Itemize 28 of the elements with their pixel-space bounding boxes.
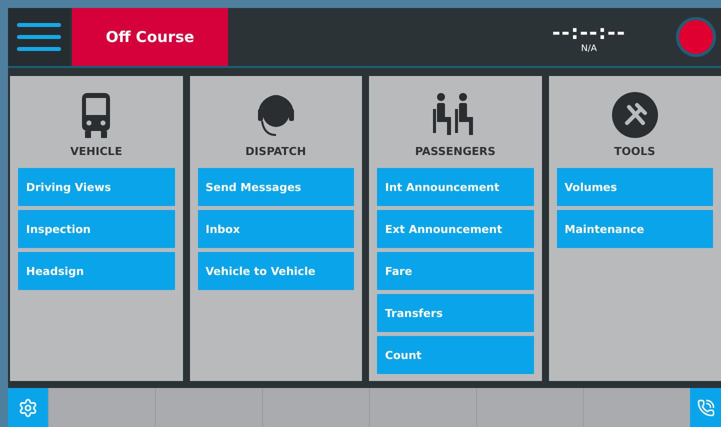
menu-item[interactable]: Headsign [18,252,174,290]
menu-item[interactable]: Send Messages [198,168,354,206]
menu-item[interactable]: Ext Announcement [377,210,534,248]
panel-title: VEHICLE [70,145,122,158]
menu-item[interactable]: Count [377,336,534,374]
gear-icon [18,398,38,418]
phone-button[interactable] [690,388,721,427]
clock: --:--:-- [552,20,626,44]
status-label: Off Course [72,8,228,66]
menu-item[interactable]: Inbox [198,210,354,248]
hammer-wrench-icon [610,91,659,139]
clock-label: N/A [581,44,597,54]
menu-button[interactable] [8,8,70,66]
phone-icon [696,398,714,416]
menu-item[interactable]: Vehicle to Vehicle [198,252,354,290]
menu-item[interactable]: Int Announcement [377,168,534,206]
record-button[interactable] [676,17,716,57]
bus-icon [80,91,112,139]
menu-item[interactable]: Volumes [556,168,713,206]
menu-item[interactable]: Driving Views [18,168,174,206]
menu-item[interactable]: Inspection [18,210,174,248]
menu-item[interactable]: Transfers [377,294,534,332]
panel-title: TOOLS [614,145,656,158]
menu-item[interactable]: Fare [377,252,534,290]
menu-item[interactable]: Maintenance [556,210,713,248]
settings-button[interactable] [8,388,48,427]
panel-title: DISPATCH [245,145,306,158]
panel-title: PASSENGERS [414,145,496,158]
